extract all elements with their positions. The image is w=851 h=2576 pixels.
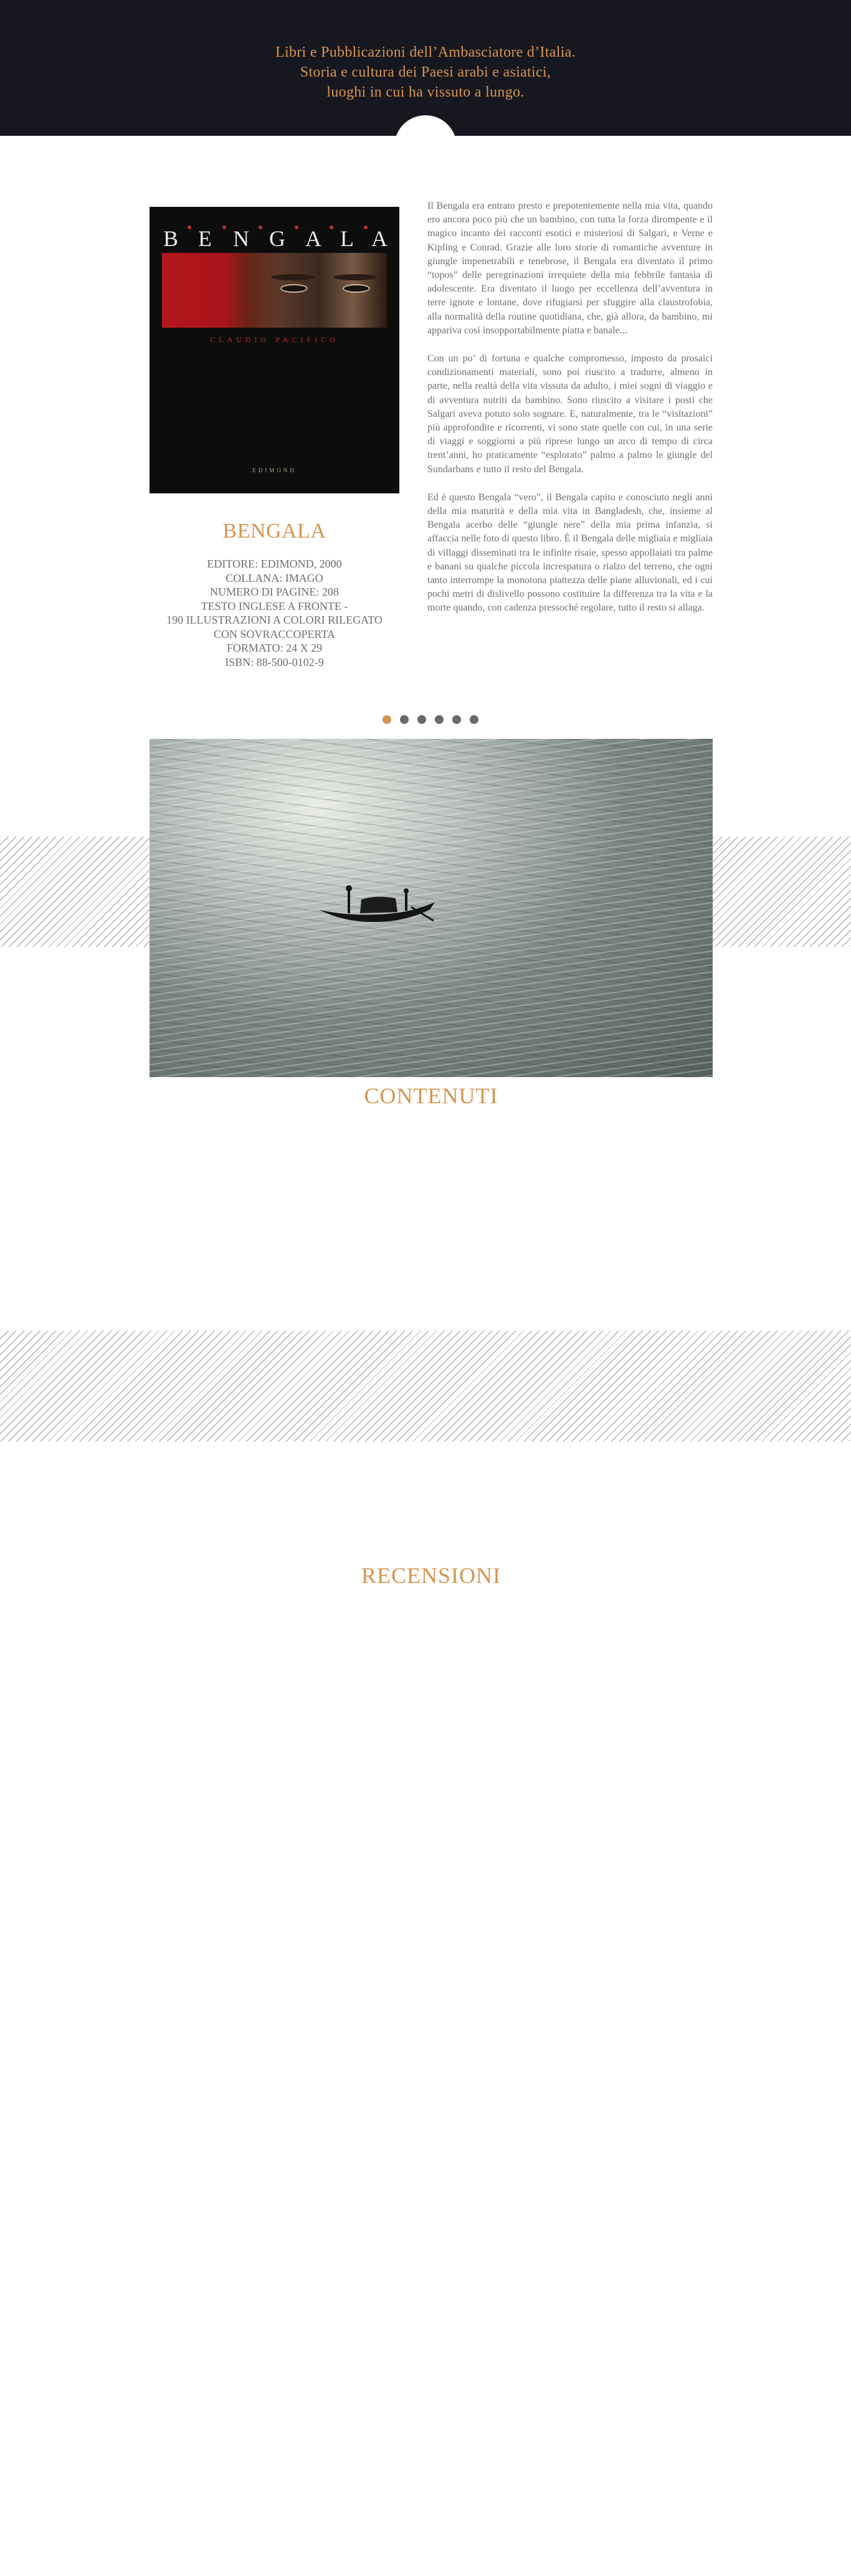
boat-silhouette — [319, 885, 435, 922]
description-paragraph: Con un po’ di fortuna e qualche comprome… — [427, 353, 713, 475]
book-details: EDITORE: EDIMOND, 2000 COLLANA: IMAGO NU… — [150, 557, 399, 669]
carousel-dot-1[interactable] — [383, 715, 391, 724]
cover-letter: L — [340, 226, 354, 251]
cover-author: CLAUDIO PACIFICO — [210, 335, 339, 344]
description-paragraph: Ed è questo Bengala “vero”, il Bengala c… — [427, 492, 713, 614]
book-detail-line: TESTO INGLESE A FRONTE - — [201, 599, 348, 612]
carousel-dot-6[interactable] — [470, 715, 478, 724]
book-description: Il Bengala era entrato presto e prepoten… — [427, 199, 713, 630]
book-detail-line: COLLANA: IMAGO — [226, 571, 323, 584]
section-title-contenuti: CONTENUTI — [364, 1083, 498, 1108]
cover-letter: N — [233, 226, 249, 251]
cover-publisher: EDIMOND — [252, 467, 297, 473]
carousel-slide-photo[interactable] — [150, 739, 713, 1077]
tagline-line-3: luoghi in cui ha vissuto a lungo. — [326, 84, 525, 100]
cover-letter: A — [371, 226, 387, 251]
carousel-dot-5[interactable] — [452, 715, 461, 724]
cover-letter: B — [163, 226, 179, 251]
description-paragraph: Il Bengala era entrato presto e prepoten… — [427, 201, 713, 336]
tagline-line-2: Storia e cultura dei Paesi arabi e asiat… — [300, 64, 551, 80]
cover-letter: G — [269, 226, 285, 251]
cover-portrait-photo — [162, 253, 387, 328]
book-detail-line: CON SOVRACCOPERTA — [213, 627, 335, 640]
book-detail-line: NUMERO DI PAGINE: 208 — [210, 586, 339, 598]
carousel-dot-2[interactable] — [400, 715, 409, 724]
book-detail-line: FORMATO: 24 X 29 — [226, 642, 323, 654]
book-detail-line: ISBN: 88-500-0102-9 — [225, 655, 324, 668]
section-title-recensioni: RECENSIONI — [361, 1563, 501, 1588]
carousel-dot-3[interactable] — [417, 715, 426, 724]
book-cover-image: B E N G A L A CLAUDIO PACIFICO EDIMOND — [150, 207, 399, 493]
cover-letter: A — [305, 226, 321, 251]
cover-title: B E N G A L A — [150, 226, 399, 257]
carousel-pagination — [383, 715, 482, 725]
carousel-dot-4[interactable] — [435, 715, 444, 724]
header-tagline: Libri e Pubblicazioni dell’Ambasciatore … — [176, 42, 675, 102]
decorative-hatch-band — [0, 1331, 851, 1442]
book-detail-line: EDITORE: EDIMOND, 2000 — [207, 558, 342, 570]
book-title: BENGALA — [222, 520, 326, 543]
tagline-line-1: Libri e Pubblicazioni dell’Ambasciatore … — [275, 44, 576, 60]
book-detail-line: 190 ILLUSTRAZIONI A COLORI RILEGATO — [166, 614, 383, 626]
cover-letter: E — [198, 226, 212, 251]
